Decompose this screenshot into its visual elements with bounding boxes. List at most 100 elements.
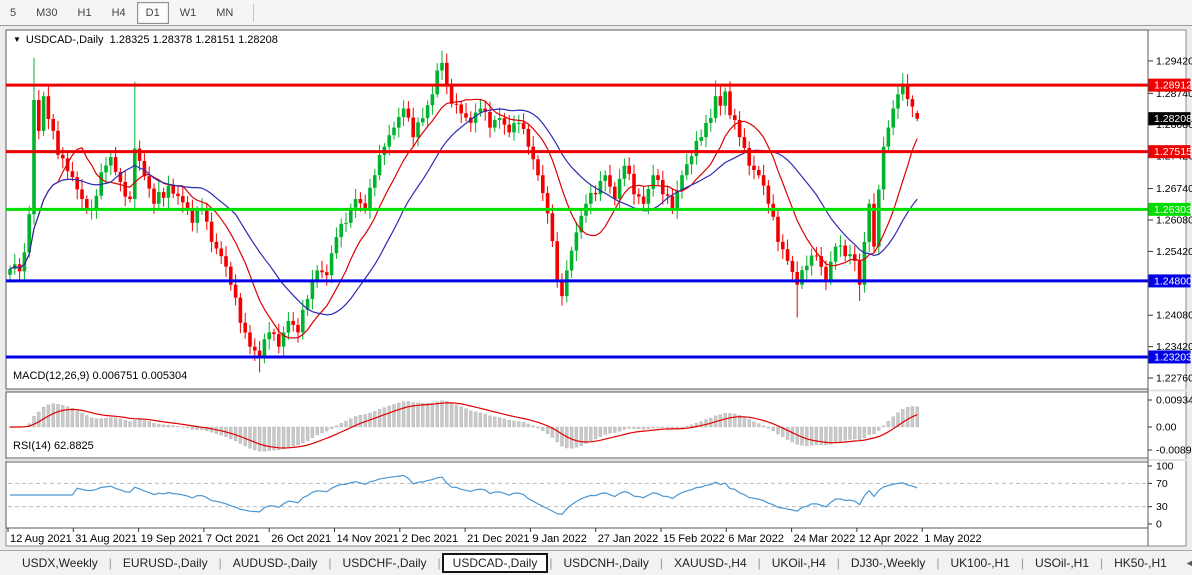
candle (613, 187, 617, 199)
macd-axis-label: 0.009345 (1156, 395, 1192, 407)
tab-usdx-weekly[interactable]: USDX,Weekly (12, 553, 108, 573)
tab-audusd-daily[interactable]: AUDUSD-,Daily (223, 553, 328, 573)
timeframe-button-w1[interactable]: W1 (171, 2, 206, 24)
candle (757, 170, 761, 175)
timeframe-button-m30[interactable]: M30 (27, 2, 66, 24)
symbol-tab-bar: USDX,Weekly|EURUSD-,Daily|AUDUSD-,Daily|… (0, 550, 1192, 575)
candle (47, 96, 51, 119)
candle (565, 270, 569, 296)
candle (671, 196, 675, 209)
price-chart-canvas[interactable]: 1.294201.287401.280801.274201.267401.260… (0, 26, 1192, 550)
candle (863, 242, 867, 285)
candle (239, 298, 243, 323)
candle (805, 266, 809, 271)
candle (330, 253, 334, 275)
price-tick-label: 1.22760 (1156, 373, 1192, 385)
candle (104, 166, 108, 173)
candle (733, 115, 737, 120)
candle (248, 332, 252, 346)
tab-ukoil-h4[interactable]: UKOil-,H4 (762, 553, 836, 573)
price-tick-label: 1.26080 (1156, 214, 1192, 226)
date-tick-label: 21 Dec 2021 (467, 533, 529, 545)
candle (474, 113, 478, 123)
candle (810, 255, 814, 265)
candle (551, 213, 555, 241)
date-tick-label: 12 Apr 2022 (859, 533, 918, 545)
timeframe-button-h4[interactable]: H4 (103, 2, 135, 24)
candle (219, 249, 223, 257)
candle (627, 166, 631, 174)
timeframe-button-h1[interactable]: H1 (69, 2, 101, 24)
candle (589, 193, 593, 204)
tab-xauusd-h4[interactable]: XAUUSD-,H4 (664, 553, 757, 573)
tab-usdchf-daily[interactable]: USDCHF-,Daily (333, 553, 437, 573)
candle (714, 96, 718, 118)
candle (723, 91, 727, 105)
candle (555, 241, 559, 280)
timeframe-button-d1[interactable]: D1 (137, 2, 169, 24)
timeframe-toolbar: 5M30H1H4D1W1MN (0, 0, 1192, 26)
candle (397, 117, 401, 128)
tab-usoil-h1[interactable]: USOil-,H1 (1025, 553, 1099, 573)
price-badge: 1.26303 (1154, 204, 1192, 216)
candle (344, 223, 348, 224)
candle (258, 351, 262, 357)
timeframe-button-mn[interactable]: MN (207, 2, 242, 24)
timeframe-button-5[interactable]: 5 (1, 2, 25, 24)
candle (762, 175, 766, 185)
candle (224, 256, 228, 266)
candle (152, 189, 156, 204)
candle (704, 123, 708, 137)
candle (315, 270, 319, 280)
price-badge: 1.27515 (1154, 146, 1192, 158)
candle (570, 251, 574, 271)
candle (839, 246, 843, 247)
tab-uk100-h1[interactable]: UK100-,H1 (941, 553, 1020, 573)
candle (95, 196, 99, 210)
candle (267, 332, 271, 339)
candle (915, 113, 919, 119)
candle (411, 118, 415, 138)
candle (632, 174, 636, 194)
tab-eurusd-daily[interactable]: EURUSD-,Daily (113, 553, 218, 573)
tab-usdcad-daily[interactable]: USDCAD-,Daily (442, 553, 549, 573)
candle (191, 210, 195, 223)
candle (335, 237, 339, 253)
date-tick-label: 15 Feb 2022 (663, 533, 725, 545)
price-tick-label: 1.26740 (1156, 183, 1192, 195)
tab-separator: | (219, 556, 222, 570)
tab-separator: | (758, 556, 761, 570)
tab-separator: | (1021, 556, 1024, 570)
candle (843, 246, 847, 257)
candle (795, 272, 799, 285)
date-tick-label: 26 Oct 2021 (271, 533, 331, 545)
candle (699, 137, 703, 141)
chart-window[interactable]: 1.294201.287401.280801.274201.267401.260… (0, 26, 1192, 550)
date-tick-label: 1 May 2022 (924, 533, 981, 545)
candle (815, 255, 819, 256)
candle (824, 267, 828, 280)
candle (75, 177, 79, 189)
tab-hk50-h1[interactable]: HK50-,H1 (1104, 553, 1177, 573)
mt4-terminal: 5M30H1H4D1W1MN 1.294201.287401.280801.27… (0, 0, 1192, 575)
candle (623, 166, 627, 179)
candle (743, 137, 747, 148)
tab-scroll-left-arrow[interactable]: ◄ (1185, 558, 1192, 568)
rsi-axis-label: 0 (1156, 519, 1162, 531)
candle (167, 186, 171, 198)
tab-separator: | (438, 556, 441, 570)
candle (896, 94, 900, 108)
candle (695, 141, 699, 156)
rsi-axis-label: 30 (1156, 501, 1168, 513)
date-tick-label: 27 Jan 2022 (598, 533, 659, 545)
candle (32, 100, 36, 214)
candle (42, 96, 46, 131)
tab-dj30-weekly[interactable]: DJ30-,Weekly (841, 553, 935, 573)
price-tick-label: 1.29420 (1156, 55, 1192, 67)
candle (435, 70, 439, 94)
tab-separator: | (837, 556, 840, 570)
candle (512, 123, 516, 132)
price-tick-label: 1.24080 (1156, 310, 1192, 322)
candle (359, 199, 363, 203)
tab-usdcnh-daily[interactable]: USDCNH-,Daily (553, 553, 658, 573)
